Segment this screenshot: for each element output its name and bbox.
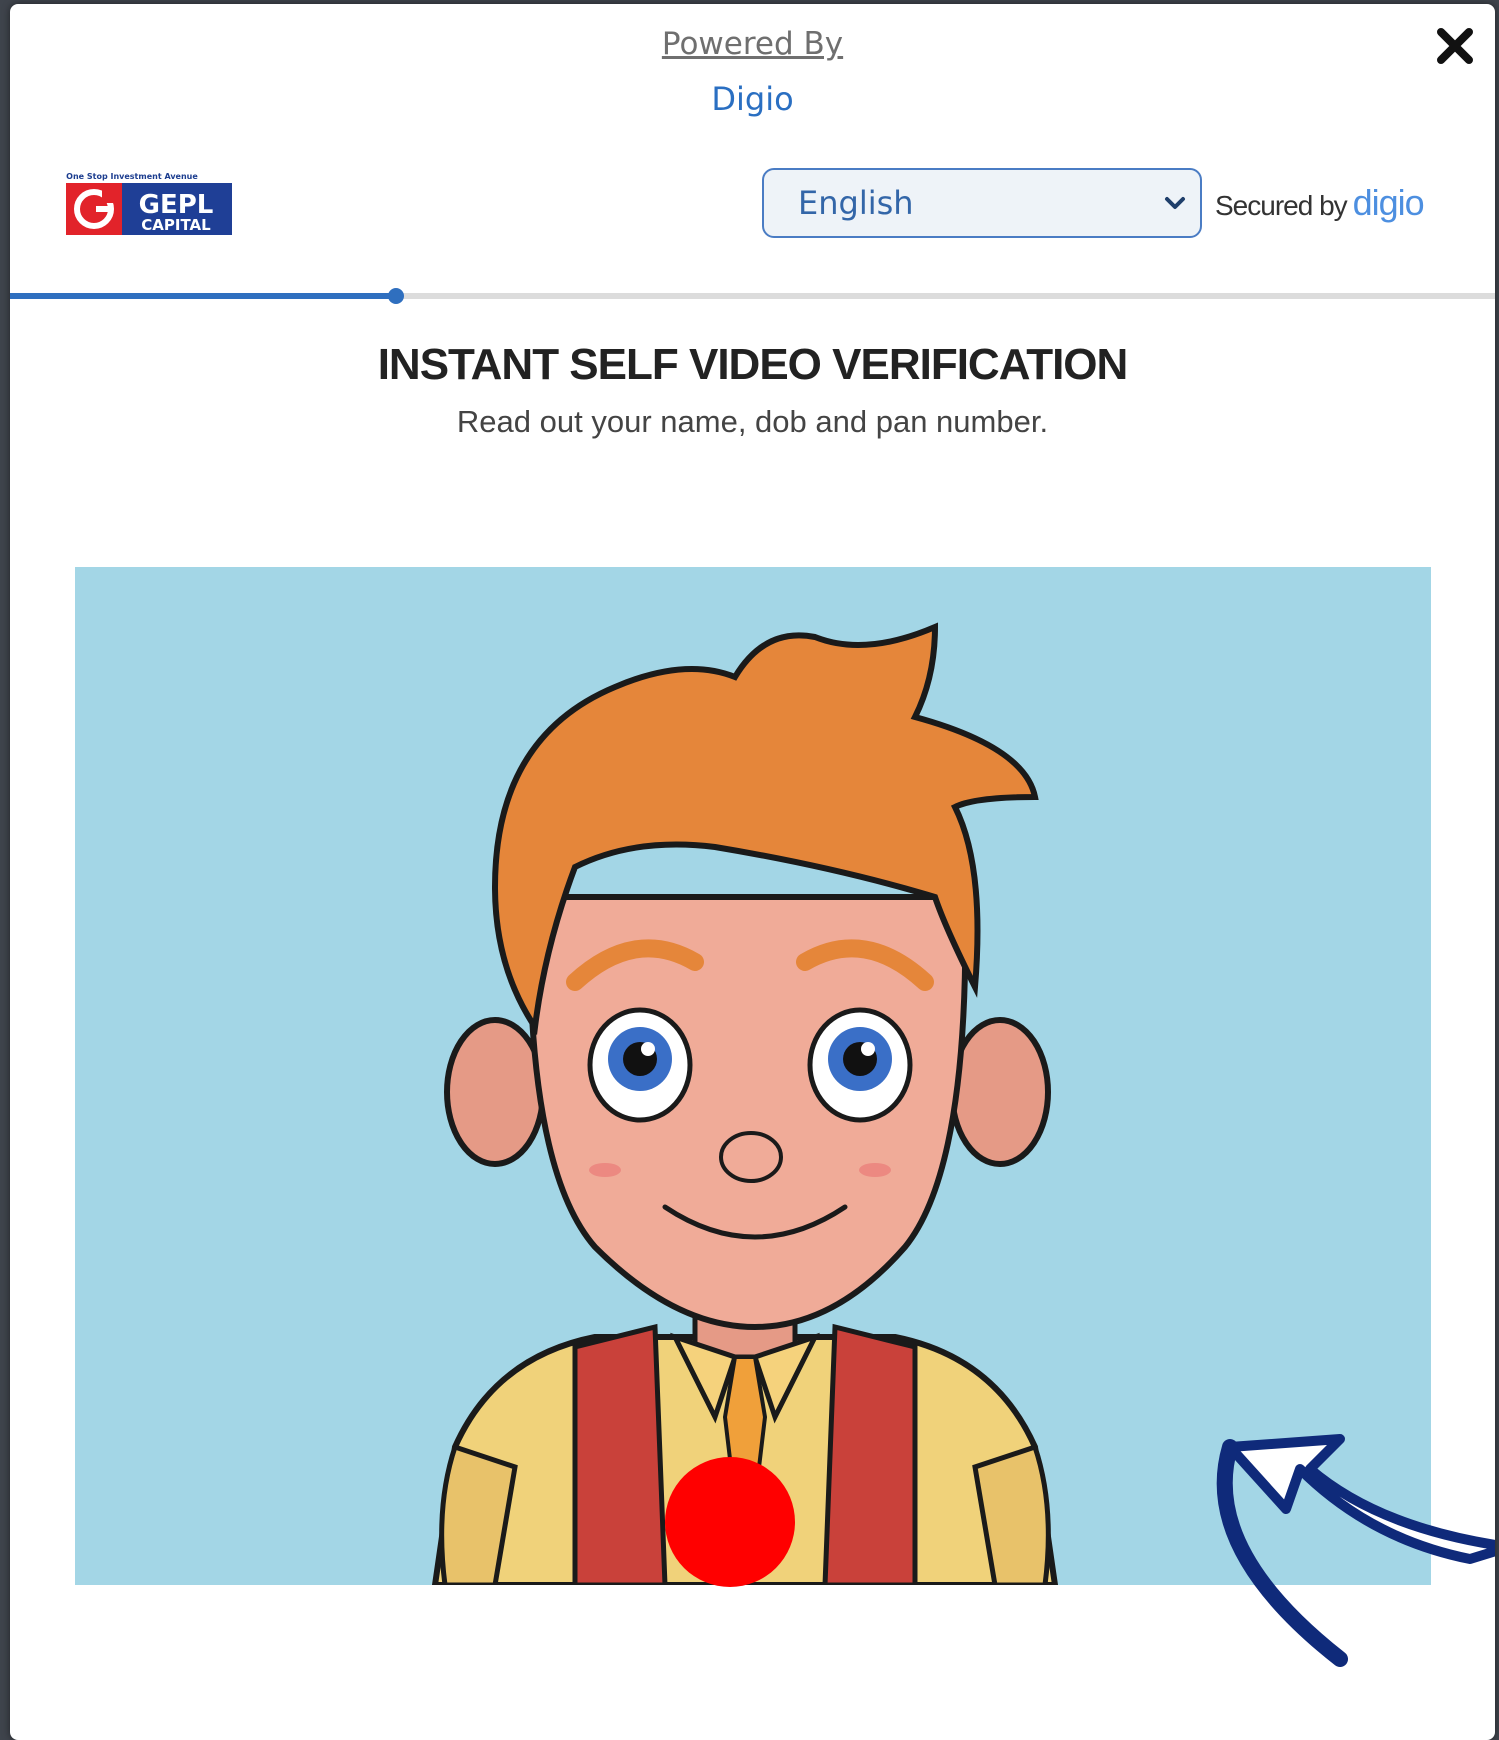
- secured-by-label: Secured by: [1215, 190, 1348, 221]
- provider-link[interactable]: Digio: [10, 80, 1495, 118]
- logo-sub: CAPITAL: [141, 216, 211, 234]
- gepl-capital-logo: One Stop Investment Avenue GEPL CAPITAL: [66, 169, 232, 239]
- page-title: INSTANT SELF VIDEO VERIFICATION: [377, 340, 1129, 389]
- language-select[interactable]: English: [762, 168, 1202, 238]
- instruction-text: Read out your name, dob and pan number.: [456, 404, 1049, 439]
- verification-modal: Powered By Digio One Stop Investment Ave…: [10, 4, 1495, 1740]
- powered-by-link[interactable]: Powered By: [10, 26, 1495, 62]
- logo-tagline: One Stop Investment Avenue: [66, 172, 198, 181]
- progress-marker: [388, 288, 404, 304]
- progress-bar: [10, 288, 1495, 304]
- chevron-down-icon: [1165, 197, 1185, 209]
- record-button[interactable]: [665, 1457, 795, 1587]
- progress-fill: [10, 293, 396, 299]
- close-icon: [1437, 28, 1473, 64]
- close-button[interactable]: [1433, 24, 1477, 68]
- arrow-icon: [1216, 1434, 1495, 1667]
- language-selected-value: English: [798, 184, 914, 222]
- secured-by-badge: Secured by digio: [1215, 182, 1425, 224]
- secured-brand: digio: [1352, 182, 1425, 223]
